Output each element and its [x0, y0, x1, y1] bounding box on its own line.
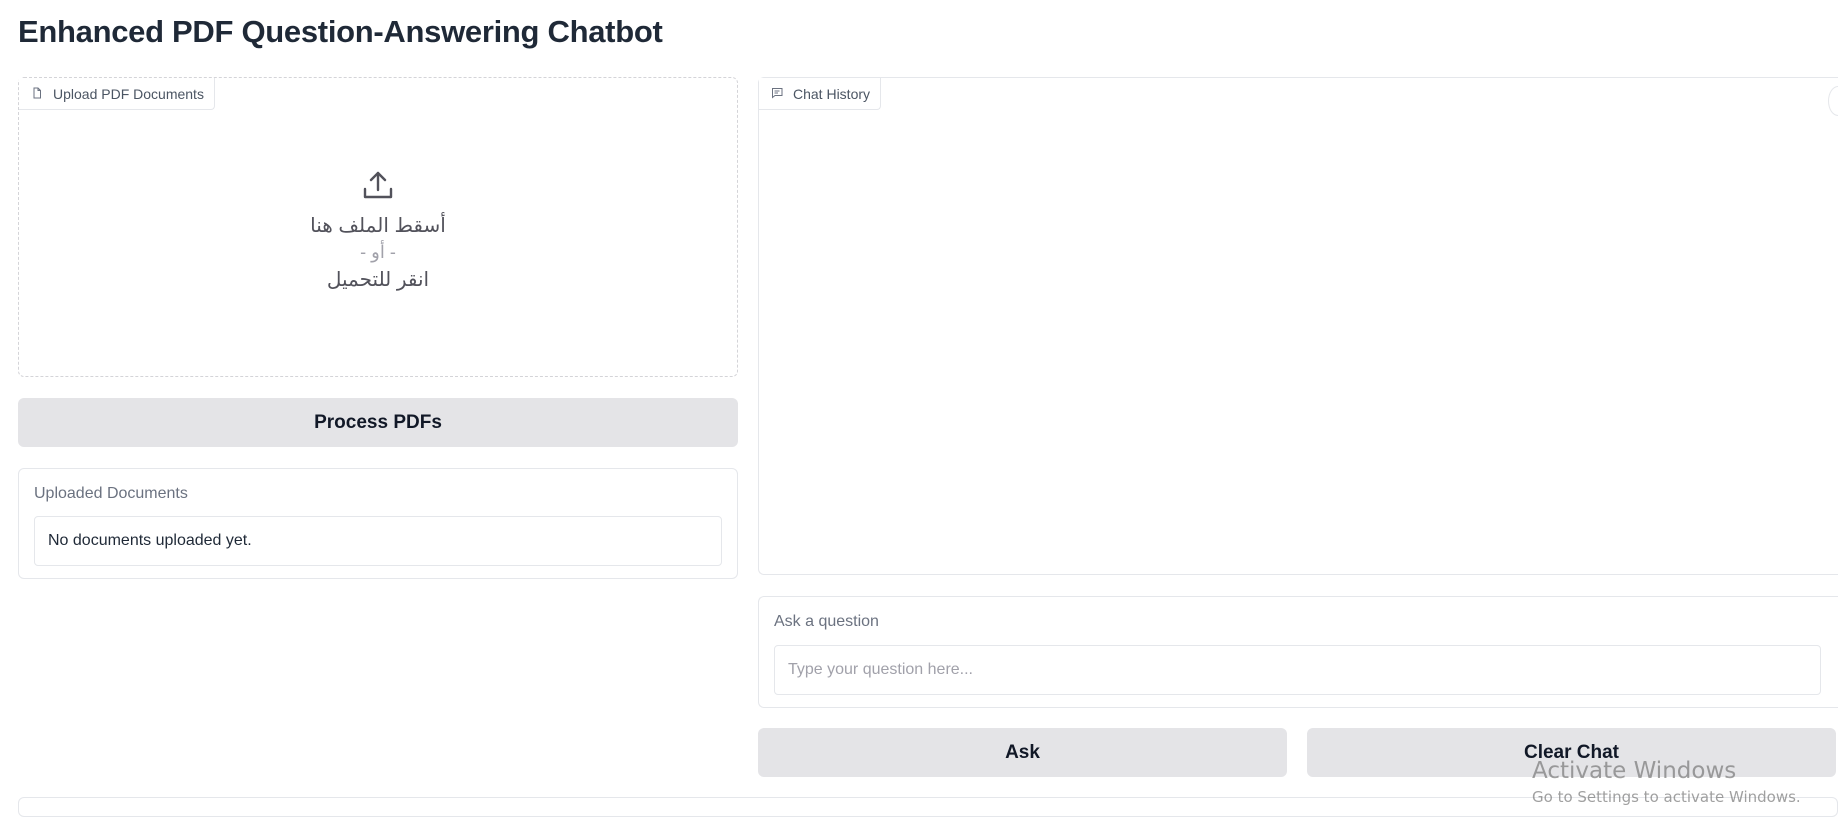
- question-label: Ask a question: [774, 613, 879, 630]
- page-title: Enhanced PDF Question-Answering Chatbot: [18, 14, 663, 49]
- chat-history-panel[interactable]: Chat History: [758, 77, 1838, 575]
- drop-file-text: أسقط الملف هنا: [310, 215, 446, 237]
- question-input[interactable]: [774, 645, 1821, 695]
- chat-label-text: Chat History: [793, 85, 871, 102]
- uploaded-documents-textbox[interactable]: No documents uploaded yet.: [34, 516, 722, 566]
- chat-icon: [771, 86, 783, 102]
- click-to-upload-text[interactable]: انقر للتحميل: [327, 267, 429, 292]
- upload-label-text: Upload PDF Documents: [53, 85, 204, 102]
- question-panel: Ask a question: [758, 596, 1838, 708]
- or-separator-text: - أو -: [360, 242, 396, 262]
- chat-block-label: Chat History: [759, 78, 882, 110]
- ask-button[interactable]: Ask: [758, 728, 1287, 777]
- uploaded-documents-label: Uploaded Documents: [34, 485, 188, 502]
- pdf-upload-dropzone[interactable]: Upload PDF Documents أسقط الملف هنا - أو…: [18, 77, 738, 377]
- activate-windows-watermark: Activate Windows Go to Settings to activ…: [1532, 758, 1801, 806]
- watermark-subtitle: Go to Settings to activate Windows.: [1532, 788, 1801, 806]
- upload-icon: [361, 168, 395, 207]
- upload-block-label: Upload PDF Documents: [19, 78, 215, 110]
- uploaded-documents-panel: Uploaded Documents No documents uploaded…: [18, 468, 738, 579]
- process-pdfs-button[interactable]: Process PDFs: [18, 398, 738, 447]
- file-icon: [31, 86, 43, 102]
- watermark-title: Activate Windows: [1532, 758, 1737, 784]
